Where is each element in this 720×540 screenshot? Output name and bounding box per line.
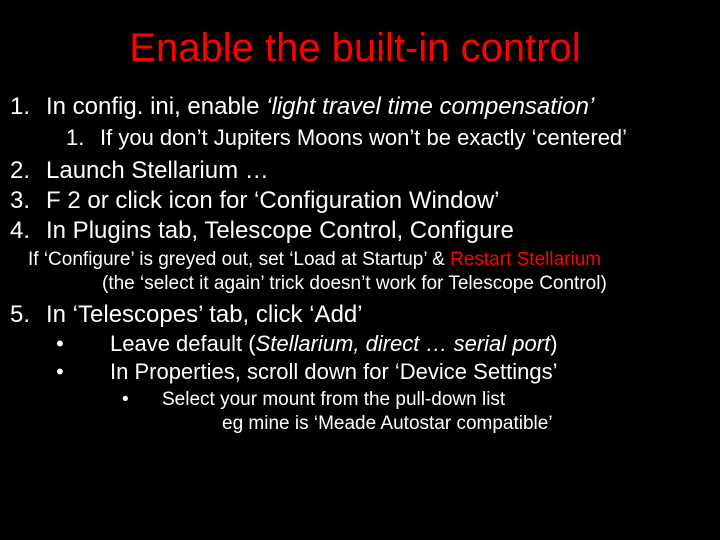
step-2-text: Launch Stellarium … xyxy=(46,157,269,184)
step-1-text-a: In config. ini, enable xyxy=(46,93,266,120)
step-5-num: 5. xyxy=(10,301,46,329)
sub-bullet-1-text: Select your mount from the pull-down lis… xyxy=(162,389,505,410)
slide: Enable the built-in control 1.In config.… xyxy=(0,0,720,435)
bullet-2-text: In Properties, scroll down for ‘Device S… xyxy=(110,359,558,384)
bullet-1-text-b: Stellarium, direct … serial port xyxy=(256,331,551,356)
bullet-1-text-c: ) xyxy=(550,331,557,356)
step-4-num: 4. xyxy=(10,217,46,245)
step-1-sub-1: 1.If you don’t Jupiters Moons won’t be e… xyxy=(66,125,700,151)
step-1-sub-1-text: If you don’t Jupiters Moons won’t be exa… xyxy=(100,125,627,150)
sub-bullet-1-cont: eg mine is ‘Meade Autostar compatible’ xyxy=(222,413,700,435)
step-3: 3.F 2 or click icon for ‘Configuration W… xyxy=(10,187,700,215)
step-1-num: 1. xyxy=(10,93,46,121)
bullet-1-text-a: Leave default ( xyxy=(110,331,256,356)
step-4-text: In Plugins tab, Telescope Control, Confi… xyxy=(46,217,514,244)
page-title: Enable the built-in control xyxy=(10,26,700,71)
step-3-num: 3. xyxy=(10,187,46,215)
bullet-1: •Leave default (Stellarium, direct … ser… xyxy=(56,331,700,357)
bullet-2-dot: • xyxy=(56,359,110,385)
sub-bullet-1: •Select your mount from the pull-down li… xyxy=(122,389,700,411)
step-1-sub-1-num: 1. xyxy=(66,125,100,151)
sub-bullet-1-dot: • xyxy=(122,389,162,411)
bullet-2: •In Properties, scroll down for ‘Device … xyxy=(56,359,700,385)
step-2: 2.Launch Stellarium … xyxy=(10,157,700,185)
step-1-text-b: ‘light travel time compensation’ xyxy=(266,93,594,120)
step-1: 1.In config. ini, enable ‘light travel t… xyxy=(10,93,700,121)
note-line-2: (the ‘select it again’ trick doesn’t wor… xyxy=(102,273,700,295)
note-line-1b: Restart Stellarium xyxy=(450,249,601,270)
step-2-num: 2. xyxy=(10,157,46,185)
step-3-text: F 2 or click icon for ‘Configuration Win… xyxy=(46,187,500,214)
step-4: 4.In Plugins tab, Telescope Control, Con… xyxy=(10,217,700,245)
note-line-1a: If ‘Configure’ is greyed out, set ‘Load … xyxy=(28,249,450,270)
step-5-text: In ‘Telescopes’ tab, click ‘Add’ xyxy=(46,301,363,328)
bullet-1-dot: • xyxy=(56,331,110,357)
note-line-1: If ‘Configure’ is greyed out, set ‘Load … xyxy=(28,249,700,271)
step-5: 5.In ‘Telescopes’ tab, click ‘Add’ xyxy=(10,301,700,329)
